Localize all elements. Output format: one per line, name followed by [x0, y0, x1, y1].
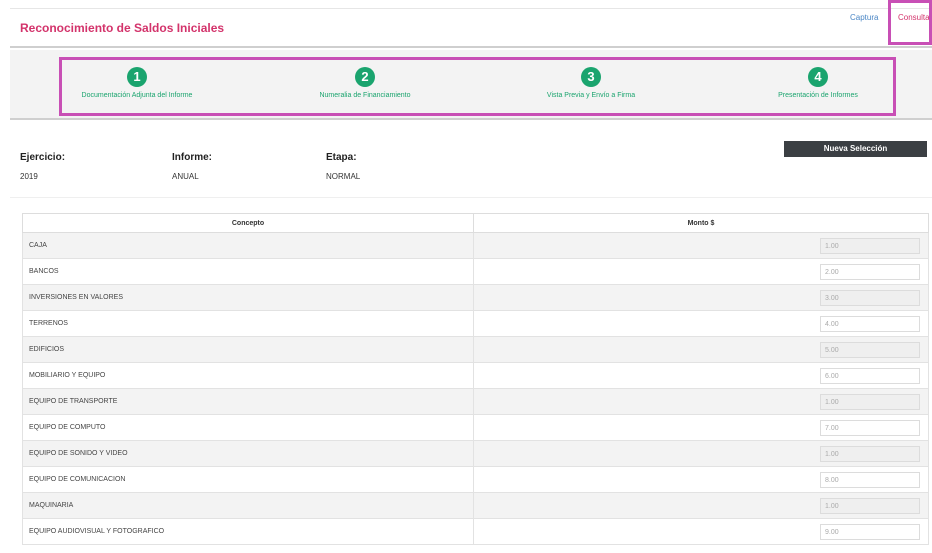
- concepto-cell: EQUIPO DE COMUNICACION: [22, 466, 474, 493]
- monto-input[interactable]: [820, 238, 920, 254]
- monto-cell: [473, 440, 929, 467]
- section-divider: [10, 197, 932, 198]
- monto-cell: [473, 466, 929, 493]
- ejercicio-value: 2019: [20, 172, 38, 181]
- table-row: EQUIPO DE SONIDO Y VIDEO: [22, 440, 929, 467]
- concepto-cell: EDIFICIOS: [22, 336, 474, 363]
- monto-cell: [473, 388, 929, 415]
- monto-cell: [473, 518, 929, 545]
- monto-cell: [473, 492, 929, 519]
- monto-input[interactable]: [820, 446, 920, 462]
- monto-cell: [473, 336, 929, 363]
- ejercicio-label: Ejercicio:: [20, 152, 66, 163]
- step-number-badge: 1: [127, 67, 147, 87]
- header-concepto: Concepto: [22, 213, 474, 233]
- header-monto: Monto $: [473, 213, 929, 233]
- table-row: CAJA: [22, 232, 929, 259]
- nueva-seleccion-button[interactable]: Nueva Selección: [784, 141, 927, 157]
- consulta-highlight-box: [888, 0, 932, 45]
- monto-input[interactable]: [820, 472, 920, 488]
- concepto-cell: EQUIPO DE TRANSPORTE: [22, 388, 474, 415]
- monto-input[interactable]: [820, 316, 920, 332]
- table-row: EQUIPO DE COMPUTO: [22, 414, 929, 441]
- concepto-cell: MAQUINARIA: [22, 492, 474, 519]
- monto-cell: [473, 362, 929, 389]
- table-row: INVERSIONES EN VALORES: [22, 284, 929, 311]
- step-label: Vista Previa y Envío a Firma: [546, 92, 636, 99]
- table-row: EDIFICIOS: [22, 336, 929, 363]
- concepto-cell: EQUIPO DE COMPUTO: [22, 414, 474, 441]
- step-label: Documentación Adjunta del Informe: [81, 92, 193, 99]
- etapa-label: Etapa:: [326, 152, 357, 163]
- monto-input[interactable]: [820, 420, 920, 436]
- table-row: EQUIPO DE COMUNICACION: [22, 466, 929, 493]
- step-number-badge: 4: [808, 67, 828, 87]
- step-numeralia[interactable]: 2 Numeralia de Financiamiento: [265, 67, 465, 99]
- concepto-cell: BANCOS: [22, 258, 474, 285]
- nav-link-captura[interactable]: Captura: [850, 13, 878, 22]
- table-row: TERRENOS: [22, 310, 929, 337]
- page-header: Reconocimiento de Saldos Iniciales: [10, 8, 932, 48]
- monto-cell: [473, 284, 929, 311]
- table-row: MOBILIARIO Y EQUIPO: [22, 362, 929, 389]
- step-vista-previa[interactable]: 3 Vista Previa y Envío a Firma: [491, 67, 691, 99]
- monto-input[interactable]: [820, 290, 920, 306]
- concepto-cell: TERRENOS: [22, 310, 474, 337]
- step-documentacion[interactable]: 1 Documentación Adjunta del Informe: [37, 67, 237, 99]
- table-row: EQUIPO DE TRANSPORTE: [22, 388, 929, 415]
- monto-cell: [473, 232, 929, 259]
- monto-input[interactable]: [820, 342, 920, 358]
- monto-cell: [473, 310, 929, 337]
- concepto-cell: MOBILIARIO Y EQUIPO: [22, 362, 474, 389]
- step-label: Presentación de Informes: [778, 92, 858, 99]
- step-number-badge: 2: [355, 67, 375, 87]
- monto-input[interactable]: [820, 498, 920, 514]
- concepto-cell: EQUIPO AUDIOVISUAL Y FOTOGRAFICO: [22, 518, 474, 545]
- monto-cell: [473, 414, 929, 441]
- step-label: Numeralia de Financiamiento: [319, 92, 411, 99]
- table-row: EQUIPO AUDIOVISUAL Y FOTOGRAFICO: [22, 518, 929, 545]
- step-number-badge: 3: [581, 67, 601, 87]
- informe-label: Informe:: [172, 152, 212, 163]
- page-title: Reconocimiento de Saldos Iniciales: [20, 21, 225, 35]
- monto-input[interactable]: [820, 524, 920, 540]
- etapa-value: NORMAL: [326, 172, 361, 181]
- monto-input[interactable]: [820, 264, 920, 280]
- table-row: MAQUINARIA: [22, 492, 929, 519]
- concepto-cell: CAJA: [22, 232, 474, 259]
- step-presentacion[interactable]: 4 Presentación de Informes: [718, 67, 918, 99]
- table-row: BANCOS: [22, 258, 929, 285]
- concepto-cell: INVERSIONES EN VALORES: [22, 284, 474, 311]
- concepto-cell: EQUIPO DE SONIDO Y VIDEO: [22, 440, 474, 467]
- saldos-table: Concepto Monto $ CAJA BANCOS INVERSIONES…: [22, 213, 929, 545]
- monto-cell: [473, 258, 929, 285]
- informe-value: ANUAL: [172, 172, 199, 181]
- monto-input[interactable]: [820, 394, 920, 410]
- monto-input[interactable]: [820, 368, 920, 384]
